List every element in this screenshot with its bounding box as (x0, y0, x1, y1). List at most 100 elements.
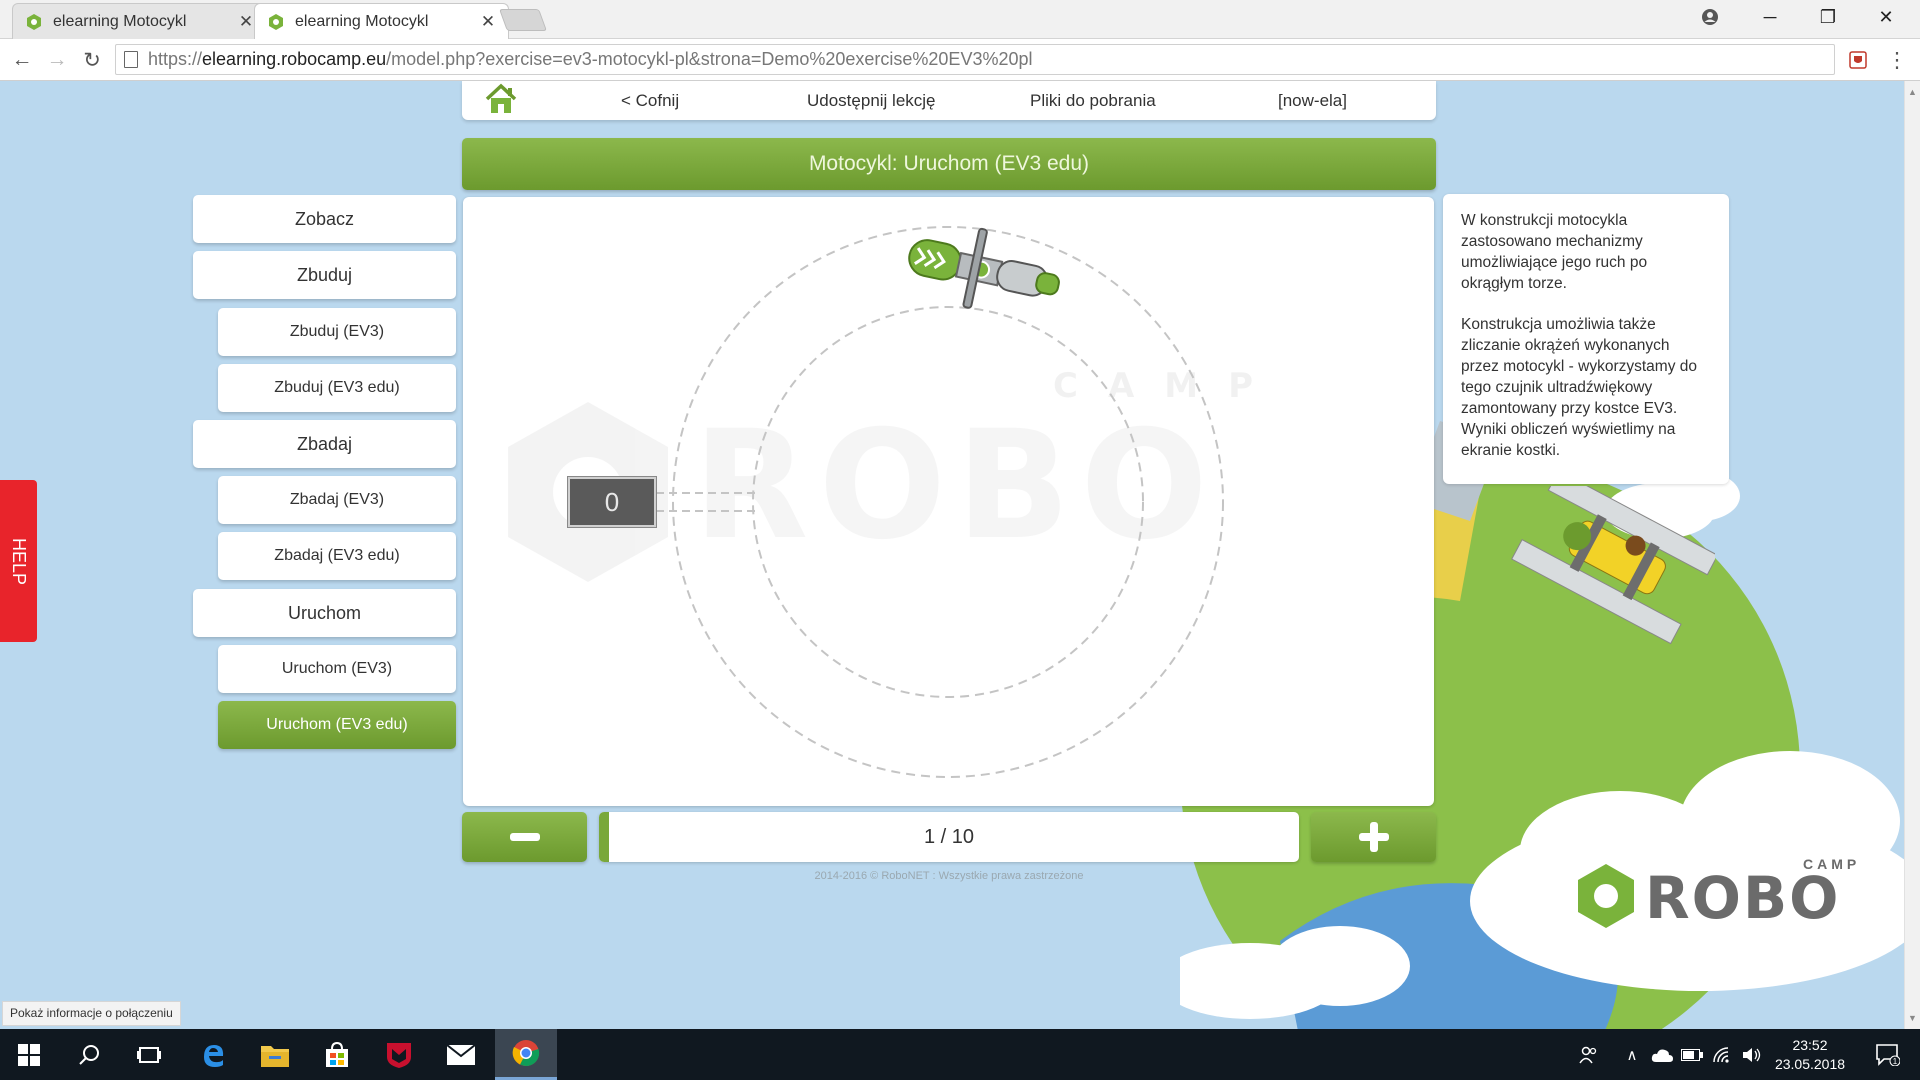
url-host: elearning.robocamp.eu (202, 49, 387, 69)
sidebar-item-zbadaj[interactable]: Zbadaj (193, 420, 456, 468)
show-hidden-icons-chevron-icon[interactable]: ∧ (1620, 1029, 1644, 1080)
forward-arrow-icon[interactable]: → (44, 47, 70, 73)
status-bubble: Pokaż informacje o połączeniu (2, 1001, 181, 1026)
browser-menu-icon[interactable]: ⋮ (1884, 47, 1910, 73)
logo-robo-text: ROBO (1645, 864, 1841, 932)
watermark-robo-text: ROBO (693, 399, 1218, 573)
search-icon[interactable] (60, 1029, 118, 1080)
sidebar-item-label: Zbadaj (296, 433, 353, 454)
url-path: /model.php?exercise=ev3-motocykl-pl&stro… (386, 49, 1033, 69)
page-viewport: CAMP ROBO < Cofnij Udostępnij lekcję Pli… (0, 81, 1904, 1029)
sidebar-item-zobacz[interactable]: Zobacz (193, 195, 456, 243)
clock-date: 23.05.2018 (1774, 1056, 1846, 1072)
new-tab-button[interactable] (498, 9, 548, 31)
previous-step-button[interactable] (462, 812, 587, 862)
profile-icon[interactable] (1682, 0, 1738, 34)
mcafee-icon[interactable] (370, 1029, 428, 1080)
lap-counter-value: 0 (604, 486, 620, 517)
back-link[interactable]: < Cofnij (621, 91, 679, 111)
restore-icon[interactable]: ❐ (1800, 0, 1856, 34)
description-panel: W konstrukcji motocykla zastosowano mech… (1443, 194, 1729, 484)
mail-icon[interactable] (432, 1029, 490, 1080)
file-explorer-icon[interactable] (246, 1029, 304, 1080)
plus-icon (1358, 822, 1389, 852)
reload-icon[interactable]: ↻ (79, 47, 105, 73)
onedrive-cloud-icon[interactable] (1648, 1029, 1676, 1080)
sidebar-item-label: Zbuduj (EV3 edu) (274, 379, 400, 396)
sidebar-item-zbuduj[interactable]: Zbuduj (193, 251, 456, 299)
action-center-icon[interactable]: 1 (1866, 1029, 1910, 1080)
store-icon[interactable] (308, 1029, 366, 1080)
sidebar-item-zbadaj-ev3-edu[interactable]: Zbadaj (EV3 edu) (218, 532, 456, 580)
minus-icon (509, 833, 540, 841)
browser-tabstrip: elearning Motocykl ✕ elearning Motocykl … (0, 0, 1920, 39)
scroll-down-icon[interactable]: ▼ (1908, 1013, 1917, 1023)
volume-icon[interactable] (1738, 1029, 1766, 1080)
sidebar-item-uruchom-ev3-edu[interactable]: Uruchom (EV3 edu) (218, 701, 456, 749)
page-info-icon[interactable] (124, 51, 138, 68)
chrome-icon[interactable] (495, 1029, 557, 1080)
scroll-up-icon[interactable]: ▲ (1908, 87, 1917, 97)
airplane-illustration (1511, 486, 1715, 645)
address-bar[interactable]: https://elearning.robocamp.eu/model.php?… (115, 44, 1835, 75)
tab-close-icon[interactable]: ✕ (480, 12, 496, 32)
downloads-link[interactable]: Pliki do pobrania (1030, 91, 1156, 111)
robocamp-favicon-icon (27, 13, 41, 30)
lesson-title: Motocykl: Uruchom (EV3 edu) (808, 152, 1090, 175)
progress-label: 1 / 10 (923, 825, 975, 848)
tab-close-icon[interactable]: ✕ (238, 12, 254, 32)
description-paragraph-2: Konstrukcja umożliwia także zliczanie ok… (1461, 316, 1697, 459)
robocamp-logo-hexagon-icon (1578, 864, 1634, 928)
tab-title: elearning Motocykl (53, 12, 187, 30)
browser-tab-active[interactable]: elearning Motocykl ✕ (254, 3, 509, 39)
browser-toolbar: ← → ↻ https://elearning.robocamp.eu/mode… (0, 39, 1920, 81)
windows-start-icon[interactable] (0, 1029, 58, 1080)
copyright-text: 2014-2016 © RoboNET : Wszystkie prawa za… (814, 870, 1084, 882)
sidebar-item-label: Uruchom (EV3 edu) (266, 716, 408, 733)
edge-icon[interactable] (184, 1029, 242, 1080)
lap-counter-display: 0 (568, 477, 656, 527)
task-view-icon[interactable] (120, 1029, 178, 1080)
sidebar-item-label: Zbadaj (EV3 edu) (274, 547, 400, 564)
notification-count: 1 (1893, 1057, 1898, 1066)
back-arrow-icon[interactable]: ← (9, 47, 35, 73)
page-scrollbar[interactable]: ▲ ▼ (1904, 81, 1920, 1029)
lesson-topnav: < Cofnij Udostępnij lekcję Pliki do pobr… (462, 81, 1436, 120)
sidebar-item-label: Zbuduj (296, 264, 353, 285)
sidebar-item-zbuduj-ev3[interactable]: Zbuduj (EV3) (218, 308, 456, 356)
windows-taskbar: ∧ 23:52 23.05.2018 1 (0, 1029, 1920, 1080)
sidebar-item-label: Zbadaj (EV3) (289, 491, 385, 508)
user-link[interactable]: [now-ela] (1278, 91, 1347, 111)
minimize-icon[interactable]: ─ (1742, 0, 1798, 34)
motorcycle-icon (908, 227, 1060, 309)
home-icon[interactable] (484, 83, 518, 115)
window-close-icon[interactable]: ✕ (1858, 0, 1914, 34)
sidebar-item-zbuduj-ev3-edu[interactable]: Zbuduj (EV3 edu) (218, 364, 456, 412)
watermark-camp-text: CAMP (1053, 366, 1283, 406)
description-paragraph-1: W konstrukcji motocykla zastosowano mech… (1461, 212, 1648, 292)
wifi-icon[interactable] (1708, 1029, 1736, 1080)
robocamp-favicon-icon (269, 13, 283, 30)
help-label: HELP (9, 537, 29, 585)
step-progress-bar: 1 / 10 (599, 812, 1299, 862)
sidebar-item-uruchom[interactable]: Uruchom (193, 589, 456, 637)
browser-tab[interactable]: elearning Motocykl ✕ (12, 3, 267, 39)
url-scheme: https:// (148, 49, 203, 69)
clock-time: 23:52 (1792, 1037, 1828, 1053)
extension-shield-icon[interactable] (1845, 47, 1871, 73)
sidebar-item-label: Zbuduj (EV3) (289, 323, 385, 340)
next-step-button[interactable] (1311, 812, 1436, 862)
tab-title: elearning Motocykl (295, 12, 429, 30)
share-lesson-link[interactable]: Udostępnij lekcję (807, 91, 936, 111)
sidebar-item-uruchom-ev3[interactable]: Uruchom (EV3) (218, 645, 456, 693)
sidebar-item-label: Uruchom (287, 602, 362, 623)
battery-icon[interactable] (1678, 1029, 1706, 1080)
help-tab[interactable]: HELP (0, 480, 37, 642)
robocamp-logo: CAMP ROBO (1575, 856, 1865, 946)
people-icon[interactable] (1575, 1029, 1603, 1080)
system-clock[interactable]: 23:52 23.05.2018 (1765, 1036, 1855, 1074)
sidebar-item-zbadaj-ev3[interactable]: Zbadaj (EV3) (218, 476, 456, 524)
animation-stage: ROBO CAMP 0 (463, 197, 1434, 806)
sidebar-item-label: Zobacz (294, 208, 355, 229)
sidebar-item-label: Uruchom (EV3) (281, 660, 393, 677)
